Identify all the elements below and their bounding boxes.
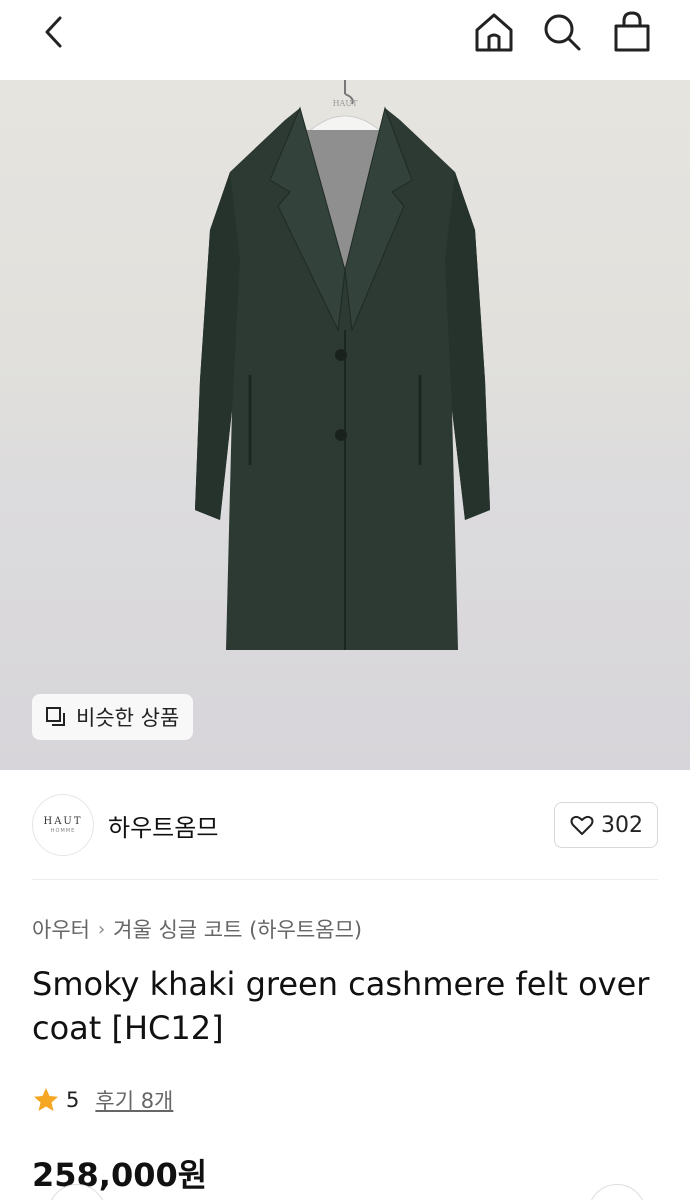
reviews-link[interactable]: 후기 8개 — [95, 1085, 173, 1115]
home-button[interactable] — [472, 10, 516, 54]
rating-row: 5 후기 8개 — [32, 1085, 173, 1115]
home-icon — [475, 13, 513, 52]
heart-icon — [570, 815, 594, 835]
breadcrumb: 아우터 › 겨울 싱글 코트 (하우트옴므) — [32, 914, 362, 944]
rating-score: 5 — [66, 1088, 80, 1112]
back-button[interactable] — [36, 12, 76, 52]
similar-products-icon — [46, 707, 65, 726]
shopping-bag-icon — [614, 11, 650, 52]
star-icon — [34, 1088, 58, 1111]
cart-button[interactable] — [610, 10, 654, 54]
brand-row: HAUT HOMME 하우트옴므 302 — [32, 794, 658, 858]
partial-circle-button-right[interactable] — [588, 1184, 646, 1200]
chevron-left-icon — [45, 16, 62, 48]
top-navigation-bar — [0, 0, 690, 80]
similar-products-label: 비슷한 상품 — [76, 706, 180, 730]
brand-name[interactable]: 하우트옴므 — [108, 808, 218, 843]
brand-logo-subtext: HOMME — [50, 828, 76, 834]
product-title: Smoky khaki green cashmere felt over coa… — [32, 965, 650, 1047]
product-image[interactable]: HAUT — [0, 80, 690, 770]
similar-products-button[interactable]: 비슷한 상품 — [32, 694, 194, 740]
breadcrumb-category[interactable]: 아우터 — [32, 914, 90, 944]
brand-logo-text: HAUT — [43, 816, 83, 827]
chevron-right-icon: › — [97, 918, 106, 940]
brand-logo[interactable]: HAUT HOMME — [32, 794, 94, 856]
like-button[interactable]: 302 — [554, 802, 658, 848]
search-icon — [544, 14, 581, 51]
breadcrumb-subcategory[interactable]: 겨울 싱글 코트 (하우트옴므) — [113, 914, 362, 944]
hanger-label: HAUT — [333, 99, 358, 108]
coat-illustration: HAUT — [195, 80, 490, 650]
search-button[interactable] — [540, 10, 584, 54]
divider — [32, 879, 658, 880]
like-count: 302 — [601, 812, 643, 838]
